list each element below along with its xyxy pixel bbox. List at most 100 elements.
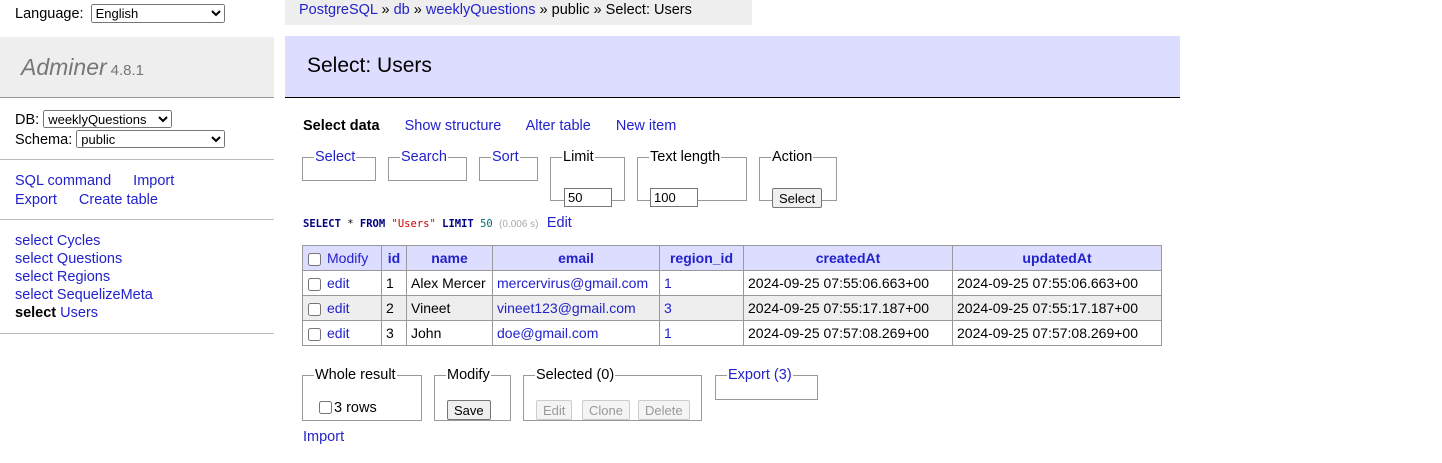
column-header-label[interactable]: region_id [670, 250, 733, 266]
column-header-label[interactable]: email [558, 250, 594, 266]
column-header-label[interactable]: createdAt [816, 250, 881, 266]
cell-createdat: 2024-09-25 07:55:06.663+00 [743, 270, 953, 296]
schema-select[interactable]: public [76, 130, 226, 148]
breadcrumb-server[interactable]: db [394, 2, 410, 18]
text-length-fieldset: Text length [637, 149, 747, 207]
table-row: edit 2 Vineet vineet123@gmail.com 3 2024… [302, 295, 1162, 321]
select-button[interactable]: Select [772, 188, 823, 208]
action-label: Action [772, 149, 813, 165]
text-length-input[interactable] [650, 188, 698, 207]
breadcrumb-schema[interactable]: public [552, 2, 590, 18]
divider [0, 159, 274, 160]
sql-command-link[interactable]: SQL command [15, 173, 111, 189]
sql-limit: 50 [480, 218, 493, 230]
create-table-link[interactable]: Create table [79, 192, 158, 208]
row-modify-cell: edit [302, 270, 382, 296]
email-link[interactable]: doe@gmail.com [497, 325, 598, 341]
column-header-email[interactable]: email [492, 245, 660, 271]
import-link-bottom[interactable]: Import [303, 429, 344, 445]
clone-selected-button[interactable]: Clone [582, 400, 630, 420]
breadcrumb-driver[interactable]: PostgreSQL [299, 2, 377, 18]
export-toggle[interactable]: Export (3) [728, 367, 792, 383]
column-header-createdat[interactable]: createdAt [743, 245, 953, 271]
save-button[interactable]: Save [447, 400, 491, 420]
tab-select-data[interactable]: Select data [303, 118, 380, 134]
search-toggle[interactable]: Search [401, 149, 447, 165]
modify-label: Modify [447, 367, 490, 383]
select-all-checkbox[interactable] [308, 252, 321, 266]
select-link[interactable]: select [15, 305, 56, 321]
breadcrumb-current: Select: Users [605, 2, 692, 18]
select-link[interactable]: select [15, 269, 53, 285]
sort-toggle[interactable]: Sort [492, 149, 519, 165]
row-checkbox[interactable] [308, 327, 321, 341]
tab-new-item[interactable]: New item [616, 118, 676, 134]
limit-input[interactable] [564, 188, 612, 207]
tab-show-structure[interactable]: Show structure [405, 118, 502, 134]
sql-keyword: SELECT [303, 218, 341, 230]
all-rows-checkbox[interactable] [319, 401, 332, 414]
table-link[interactable]: SequelizeMeta [57, 287, 153, 303]
database-selector: DB: weeklyQuestions Schema: public [15, 110, 226, 150]
modify-header-label[interactable]: Modify [327, 250, 368, 266]
delete-selected-button[interactable]: Delete [638, 400, 690, 420]
app-name[interactable]: Adminer [21, 54, 107, 80]
app-logo[interactable]: Adminer 4.8.1 [21, 54, 144, 81]
edit-selected-button[interactable]: Edit [536, 400, 573, 420]
search-fieldset: Search [388, 149, 467, 181]
language-select[interactable]: English [90, 4, 225, 23]
export-fieldset: Export (3) [715, 367, 818, 400]
row-modify-cell: edit [302, 295, 382, 321]
column-header-updatedat[interactable]: updatedAt [952, 245, 1162, 271]
table-link[interactable]: Users [60, 305, 98, 321]
all-rows-option[interactable]: 3 rows [317, 400, 377, 416]
column-header-region-id[interactable]: region_id [659, 245, 744, 271]
modify-header: Modify [302, 245, 382, 271]
table-link[interactable]: Cycles [57, 233, 101, 249]
cell-createdat: 2024-09-25 07:55:17.187+00 [743, 295, 953, 321]
table-link[interactable]: Questions [57, 251, 122, 267]
row-edit-link[interactable]: edit [327, 300, 350, 316]
column-header-label[interactable]: updatedAt [1022, 250, 1091, 266]
table-item-cycles: select Cycles [15, 232, 153, 250]
select-link[interactable]: select [15, 233, 53, 249]
select-link[interactable]: select [15, 251, 53, 267]
email-link[interactable]: vineet123@gmail.com [497, 300, 636, 316]
row-checkbox[interactable] [308, 277, 321, 291]
table-list: select Cycles select Questions select Re… [15, 232, 153, 322]
select-fieldset: Select [302, 149, 376, 181]
logo-box: Adminer 4.8.1 [0, 37, 274, 98]
db-select[interactable]: weeklyQuestions [43, 110, 173, 128]
region-link[interactable]: 3 [664, 300, 672, 316]
breadcrumb-database[interactable]: weeklyQuestions [426, 2, 536, 18]
table-link[interactable]: Regions [57, 269, 110, 285]
row-edit-link[interactable]: edit [327, 275, 350, 291]
export-link[interactable]: Export [15, 192, 57, 208]
cell-createdat: 2024-09-25 07:57:08.269+00 [743, 320, 953, 346]
region-link[interactable]: 1 [664, 325, 672, 341]
select-link[interactable]: select [15, 287, 53, 303]
column-header-label[interactable]: name [431, 250, 468, 266]
breadcrumb-sep: » [593, 2, 602, 18]
row-checkbox[interactable] [308, 302, 321, 316]
email-link[interactable]: mercervirus@gmail.com [497, 275, 648, 291]
selected-label: Selected (0) [536, 367, 615, 383]
table-tabs: Select data Show structure Alter table N… [303, 118, 697, 134]
column-header-name[interactable]: name [406, 245, 493, 271]
cell-id: 2 [381, 295, 407, 321]
table-item-questions: select Questions [15, 250, 153, 268]
column-header-label[interactable]: id [388, 250, 400, 266]
breadcrumb-sep: » [413, 2, 422, 18]
region-link[interactable]: 1 [664, 275, 672, 291]
breadcrumb-sep: » [381, 2, 390, 18]
table-item-users: select Users [15, 304, 153, 322]
select-toggle[interactable]: Select [315, 149, 355, 165]
import-link[interactable]: Import [133, 173, 174, 189]
cell-name: Alex Mercer [406, 270, 493, 296]
table-item-regions: select Regions [15, 268, 153, 286]
cell-updatedat: 2024-09-25 07:55:17.187+00 [952, 295, 1162, 321]
edit-query-link[interactable]: Edit [547, 215, 572, 231]
column-header-id[interactable]: id [381, 245, 407, 271]
row-edit-link[interactable]: edit [327, 325, 350, 341]
tab-alter-table[interactable]: Alter table [526, 118, 591, 134]
